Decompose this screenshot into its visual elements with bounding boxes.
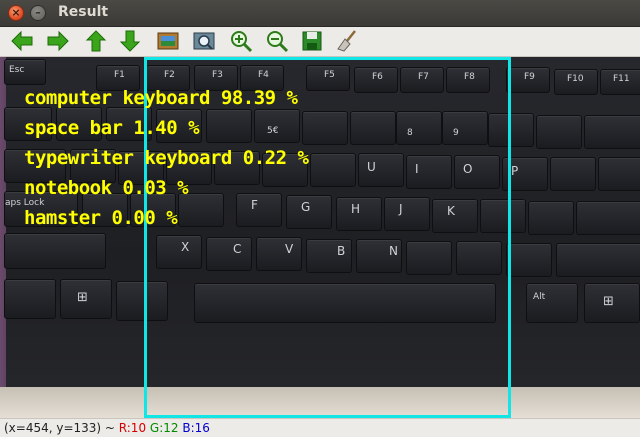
pan-right-button[interactable] (46, 29, 70, 53)
save-icon (302, 31, 322, 51)
zoom-out-button[interactable] (265, 29, 289, 53)
minimize-button[interactable]: – (30, 5, 46, 21)
prediction-label: computer keyboard 98.39 % (24, 87, 298, 109)
zoom-fit-button[interactable] (192, 29, 216, 53)
status-bar: (x=454, y=133) ~ R:10 G:12 B:16 (0, 418, 640, 437)
key-f11: F11 (600, 69, 640, 95)
zoom-original-button[interactable] (156, 29, 180, 53)
close-button[interactable]: × (8, 5, 24, 21)
windows-icon: ⊞ (77, 290, 88, 305)
window-title: Result (58, 4, 109, 20)
title-bar: × – Result (0, 0, 640, 27)
zoom-in-button[interactable] (229, 29, 253, 53)
save-button[interactable] (300, 29, 324, 53)
key-f10: F10 (554, 69, 598, 95)
key (536, 115, 582, 149)
prediction-label: space bar 1.40 % (24, 117, 200, 139)
pixel-coords: (x=454, y=133) ~ (4, 421, 119, 435)
zoom-fit-icon (193, 32, 215, 50)
key (556, 243, 640, 277)
arrow-up-icon (85, 30, 107, 52)
prediction-label: notebook 0.03 % (24, 177, 189, 199)
key (506, 243, 552, 277)
zoom-in-icon (231, 31, 253, 53)
pan-left-button[interactable] (10, 29, 34, 53)
detection-box (144, 57, 511, 418)
key-windows: ⊞ (60, 279, 112, 319)
key (550, 157, 596, 191)
close-icon: × (11, 6, 21, 19)
clear-button[interactable] (335, 29, 359, 53)
key (528, 201, 574, 235)
toolbar (0, 27, 640, 57)
image-view[interactable]: Esc F1 F2 F3 F4 F5 F6 F7 F8 F9 F10 F11 5… (0, 57, 640, 418)
pixel-blue: B:16 (182, 421, 210, 435)
key-esc: Esc (4, 59, 46, 85)
key (4, 233, 106, 269)
prediction-label: typewriter keyboard 0.22 % (24, 147, 309, 169)
key (598, 157, 640, 191)
key-windows: ⊞ (584, 283, 640, 323)
windows-icon: ⊞ (603, 294, 614, 309)
key (584, 115, 640, 149)
pan-down-button[interactable] (118, 29, 142, 53)
pan-up-button[interactable] (84, 29, 108, 53)
minimize-icon: – (35, 6, 41, 19)
pixel-red: R:10 (118, 421, 147, 435)
key-f9: F9 (506, 67, 550, 93)
key-alt: Alt (526, 283, 578, 323)
image-icon (157, 32, 179, 50)
arrow-right-icon (47, 30, 69, 52)
key (576, 201, 640, 235)
arrow-left-icon (11, 30, 33, 52)
arrow-down-icon (119, 30, 141, 52)
key (4, 279, 56, 319)
zoom-out-icon (267, 31, 289, 53)
clear-icon (337, 30, 356, 52)
prediction-label: hamster 0.00 % (24, 207, 178, 229)
pixel-green: G:12 (149, 421, 179, 435)
